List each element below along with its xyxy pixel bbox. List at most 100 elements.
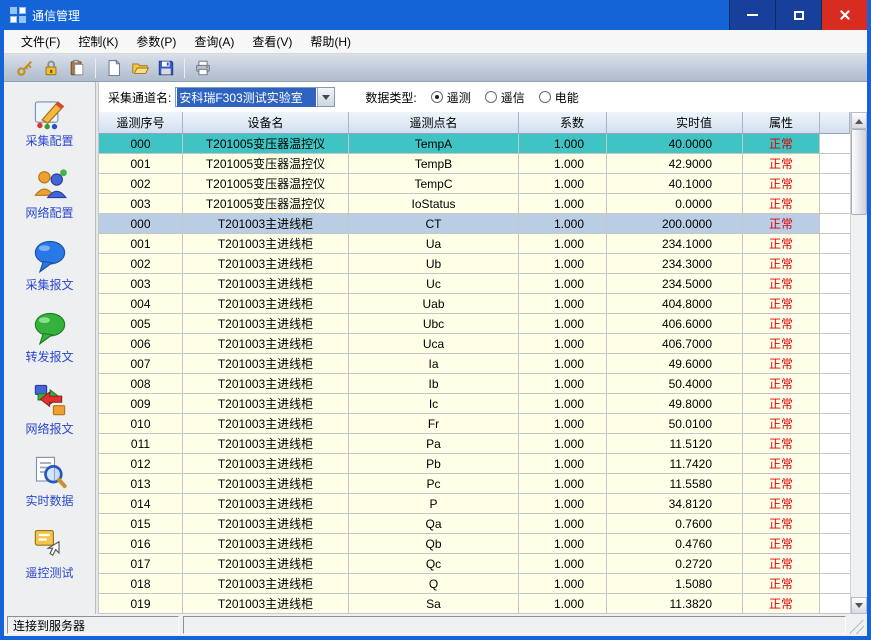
header-point[interactable]: 遥测点名 [349, 112, 519, 134]
cell-filler [820, 534, 850, 554]
cell-device: T201003主进线柜 [183, 314, 349, 334]
cell-seq: 000 [99, 134, 183, 154]
menu-query[interactable]: 查询(A) [185, 30, 243, 53]
header-value[interactable]: 实时值 [607, 112, 743, 134]
sidebar-item-forward-message[interactable]: 转发报文 [8, 310, 92, 365]
table-row[interactable]: 013T201003主进线柜Pc1.00011.5580正常 [99, 474, 850, 494]
scrollbar-thumb[interactable] [851, 129, 867, 215]
table-row[interactable]: 001T201003主进线柜Ua1.000234.1000正常 [99, 234, 850, 254]
radio-telemetry[interactable]: 遥测 [431, 89, 471, 106]
scrollbar-track[interactable] [851, 129, 867, 597]
cell-filler [820, 254, 850, 274]
sidebar-item-realtime-data[interactable]: 实时数据 [8, 454, 92, 509]
sidebar-item-network-message[interactable]: 网络报文 [8, 382, 92, 437]
status-panel-empty [183, 616, 846, 634]
table-row[interactable]: 002T201005变压器温控仪TempC1.00040.1000正常 [99, 174, 850, 194]
cell-value: 11.5120 [607, 434, 743, 454]
new-file-icon[interactable] [102, 56, 126, 80]
table-row[interactable]: 009T201003主进线柜Ic1.00049.8000正常 [99, 394, 850, 414]
menu-control[interactable]: 控制(K) [69, 30, 127, 53]
header-device[interactable]: 设备名 [183, 112, 349, 134]
table-row[interactable]: 016T201003主进线柜Qb1.0000.4760正常 [99, 534, 850, 554]
cell-filler [820, 154, 850, 174]
table-row[interactable]: 007T201003主进线柜Ia1.00049.6000正常 [99, 354, 850, 374]
key-icon[interactable] [13, 56, 37, 80]
resize-grip-icon[interactable] [850, 620, 864, 634]
sidebar-label: 采集配置 [25, 132, 73, 149]
sidebar-label: 实时数据 [25, 492, 73, 509]
table-row[interactable]: 005T201003主进线柜Ubc1.000406.6000正常 [99, 314, 850, 334]
header-seq[interactable]: 遥测序号 [99, 112, 183, 134]
cell-coef: 1.000 [519, 294, 607, 314]
vertical-scrollbar[interactable] [850, 112, 867, 614]
cell-status: 正常 [743, 354, 820, 374]
minimize-button[interactable] [729, 0, 775, 30]
cell-filler [820, 414, 850, 434]
print-icon[interactable] [191, 56, 215, 80]
cell-status: 正常 [743, 334, 820, 354]
table-row[interactable]: 003T201005变压器温控仪IoStatus1.0000.0000正常 [99, 194, 850, 214]
cell-filler [820, 174, 850, 194]
lock-icon[interactable] [39, 56, 63, 80]
table-row[interactable]: 004T201003主进线柜Uab1.000404.8000正常 [99, 294, 850, 314]
cell-coef: 1.000 [519, 154, 607, 174]
sidebar-item-collect-config[interactable]: 采集配置 [8, 94, 92, 149]
menu-view[interactable]: 查看(V) [243, 30, 301, 53]
table-row[interactable]: 008T201003主进线柜Ib1.00050.4000正常 [99, 374, 850, 394]
save-icon[interactable] [154, 56, 178, 80]
table-row[interactable]: 019T201003主进线柜Sa1.00011.3820正常 [99, 594, 850, 614]
scroll-down-button[interactable] [851, 597, 867, 614]
close-icon [839, 9, 851, 21]
cell-value: 234.3000 [607, 254, 743, 274]
sidebar-item-collect-message[interactable]: 采集报文 [8, 238, 92, 293]
cell-filler [820, 454, 850, 474]
sidebar-item-remote-test[interactable]: 遥控测试 [8, 526, 92, 581]
channel-select[interactable]: 安科瑞F303测试实验室 [175, 87, 335, 107]
table-row[interactable]: 011T201003主进线柜Pa1.00011.5120正常 [99, 434, 850, 454]
table-row[interactable]: 003T201003主进线柜Uc1.000234.5000正常 [99, 274, 850, 294]
header-status[interactable]: 属性 [743, 112, 820, 134]
table-row[interactable]: 012T201003主进线柜Pb1.00011.7420正常 [99, 454, 850, 474]
table-row[interactable]: 000T201003主进线柜CT1.000200.0000正常 [99, 214, 850, 234]
remote-test-icon [32, 526, 68, 562]
table-row[interactable]: 010T201003主进线柜Fr1.00050.0100正常 [99, 414, 850, 434]
table-row[interactable]: 001T201005变压器温控仪TempB1.00042.9000正常 [99, 154, 850, 174]
menu-params[interactable]: 参数(P) [127, 30, 185, 53]
header-coef[interactable]: 系数 [519, 112, 607, 134]
cell-value: 49.6000 [607, 354, 743, 374]
table-row[interactable]: 014T201003主进线柜P1.00034.8120正常 [99, 494, 850, 514]
cell-point: Sa [349, 594, 519, 614]
cell-value: 1.5080 [607, 574, 743, 594]
sidebar-label: 遥控测试 [25, 564, 73, 581]
maximize-button[interactable] [775, 0, 821, 30]
radio-energy[interactable]: 电能 [539, 89, 579, 106]
cell-value: 200.0000 [607, 214, 743, 234]
cell-device: T201003主进线柜 [183, 454, 349, 474]
table-row[interactable]: 015T201003主进线柜Qa1.0000.7600正常 [99, 514, 850, 534]
arrow-down-icon [855, 603, 863, 612]
open-folder-icon[interactable] [128, 56, 152, 80]
cell-seq: 003 [99, 274, 183, 294]
sidebar: 采集配置 网络配置 采集报文 转发报文 网络报文 实时数据 [4, 82, 96, 614]
cell-status: 正常 [743, 174, 820, 194]
menu-help[interactable]: 帮助(H) [301, 30, 360, 53]
chevron-down-icon[interactable] [317, 88, 334, 106]
table-row[interactable]: 000T201005变压器温控仪TempA1.00040.0000正常 [99, 134, 850, 154]
scroll-up-button[interactable] [851, 112, 867, 129]
table-row[interactable]: 018T201003主进线柜Q1.0001.5080正常 [99, 574, 850, 594]
table-body: 000T201005变压器温控仪TempA1.00040.0000正常001T2… [99, 134, 850, 614]
cell-point: Qb [349, 534, 519, 554]
close-button[interactable] [821, 0, 867, 30]
table-row[interactable]: 017T201003主进线柜Qc1.0000.2720正常 [99, 554, 850, 574]
radio-telesignal[interactable]: 遥信 [485, 89, 525, 106]
cell-coef: 1.000 [519, 274, 607, 294]
cell-device: T201003主进线柜 [183, 254, 349, 274]
cell-filler [820, 494, 850, 514]
cell-coef: 1.000 [519, 554, 607, 574]
sidebar-item-network-config[interactable]: 网络配置 [8, 166, 92, 221]
paste-icon[interactable] [65, 56, 89, 80]
table-row[interactable]: 006T201003主进线柜Uca1.000406.7000正常 [99, 334, 850, 354]
table-row[interactable]: 002T201003主进线柜Ub1.000234.3000正常 [99, 254, 850, 274]
cell-device: T201003主进线柜 [183, 574, 349, 594]
menu-file[interactable]: 文件(F) [12, 30, 69, 53]
